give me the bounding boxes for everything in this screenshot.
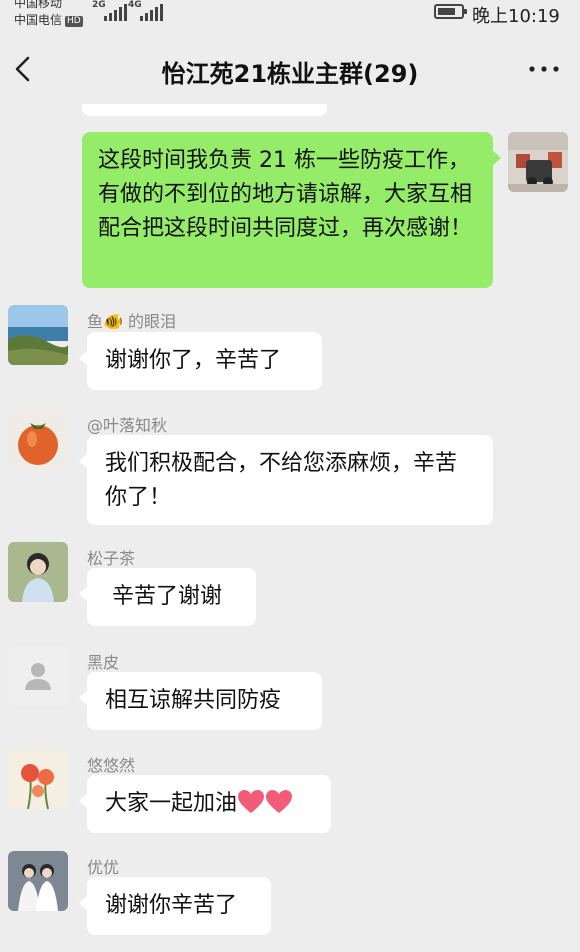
chat-title: 怡江苑21栋业主群(29) <box>161 60 419 88</box>
sender-name: 悠悠然 <box>87 756 136 775</box>
avatar[interactable] <box>8 749 68 809</box>
status-bar: 中国移动 中国电信 HD 2G 4G 晚上10:19 <box>0 0 580 34</box>
avatar-persimmon-icon <box>8 409 68 469</box>
more-options-button[interactable] <box>524 54 564 84</box>
battery-icon <box>434 4 467 19</box>
message-bubble[interactable]: 谢谢你了，辛苦了 <box>79 332 322 390</box>
sender-name: 黑皮 <box>87 653 120 672</box>
message-bubble[interactable]: 我们积极配合，不给您添麻烦，辛苦你了！ <box>79 435 493 525</box>
avatar-photo-icon <box>508 132 568 192</box>
signal-4g-icon: 4G <box>128 0 163 21</box>
sender-name: 松子茶 <box>87 549 136 568</box>
message-bubble[interactable]: 大家一起加油 <box>79 775 331 833</box>
previous-message-bubble[interactable] <box>82 104 327 116</box>
sender-name: 鱼🐠 的眼泪 <box>87 312 177 331</box>
self-avatar[interactable] <box>508 132 568 192</box>
avatar-brides-icon <box>8 851 68 911</box>
carrier-2-row: 中国电信 HD <box>14 13 83 27</box>
chat-header: 怡江苑21栋业主群(29) <box>0 34 580 104</box>
red-heart-icon <box>265 789 293 815</box>
red-heart-icon <box>237 789 265 815</box>
status-time: 晚上10:19 <box>472 6 560 27</box>
hd-badge: HD <box>65 16 83 27</box>
avatar[interactable] <box>8 542 68 602</box>
message-bubble[interactable]: 辛苦了谢谢 <box>79 568 256 626</box>
message-bubble[interactable]: 这段时间我负责 21 栋一些防疫工作，有做的不到位的地方请谅解，大家互相配合把这… <box>82 132 501 288</box>
avatar-girl-icon <box>8 542 68 602</box>
carrier-1-label: 中国移动 <box>14 0 63 10</box>
sender-name: 优优 <box>87 858 120 877</box>
avatar-flowers-icon <box>8 749 68 809</box>
avatar-seaside-icon <box>8 305 68 365</box>
sender-name: @叶落知秋 <box>87 416 168 435</box>
avatar[interactable] <box>8 646 68 706</box>
chat-message-list[interactable]: 这段时间我负责 21 栋一些防疫工作，有做的不到位的地方请谅解，大家互相配合把这… <box>0 104 580 952</box>
avatar[interactable] <box>8 851 68 911</box>
default-user-icon <box>8 646 68 706</box>
message-bubble[interactable]: 谢谢你辛苦了 <box>79 877 271 935</box>
signal-2g-icon: 2G <box>92 0 127 21</box>
more-dots-icon <box>529 66 559 72</box>
carrier-2-label: 中国电信 <box>14 13 63 27</box>
message-text: 大家一起加油 <box>105 791 238 816</box>
avatar[interactable] <box>8 305 68 365</box>
message-bubble[interactable]: 相互谅解共同防疫 <box>79 672 322 730</box>
avatar[interactable] <box>8 409 68 469</box>
